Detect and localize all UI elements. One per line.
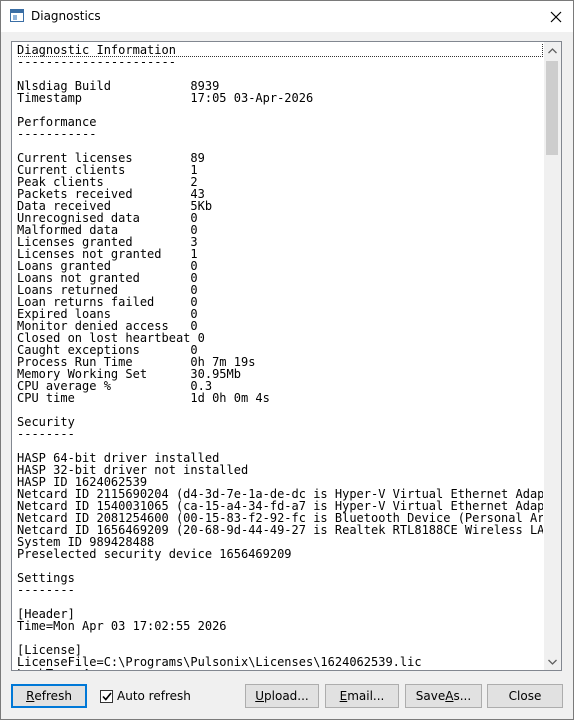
email-label-post: mail... (347, 689, 385, 703)
log-line: -------- (17, 427, 75, 441)
vertical-scrollbar[interactable] (544, 42, 561, 670)
refresh-label-post: efresh (34, 689, 72, 703)
log-line: LicenseFile=C:\Programs\Pulsonix\License… (17, 655, 422, 669)
log-line: Preselected security device 1656469209 (17, 547, 292, 561)
email-button[interactable]: Email... (325, 684, 399, 708)
checkbox-box[interactable] (100, 689, 113, 703)
log-line: ----------- (17, 127, 97, 141)
scroll-thumb[interactable] (546, 61, 558, 155)
upload-label-key: U (255, 689, 265, 703)
close-icon (550, 11, 561, 22)
auto-refresh-label: Auto refresh (117, 689, 191, 703)
title-bar[interactable]: Diagnostics (1, 1, 573, 32)
chevron-up-icon (548, 47, 557, 53)
chevron-down-icon (548, 659, 557, 665)
saveas-label-key: A (445, 689, 454, 703)
log-line: Time=Mon Apr 03 17:02:55 2026 (17, 619, 227, 633)
checkmark-icon (101, 692, 112, 701)
log-line: Timestamp 17:05 03-Apr-2026 (17, 91, 314, 105)
upload-button[interactable]: Upload... (245, 684, 319, 708)
log-line: CPU time 1d 0h 0m 4s (17, 391, 270, 405)
upload-label-post: pload... (264, 689, 309, 703)
auto-refresh-checkbox[interactable]: Auto refresh (100, 689, 191, 703)
log-line: -------- (17, 583, 75, 597)
log-line: ---------------------- (17, 55, 176, 69)
close-window-button[interactable] (538, 1, 573, 32)
diagnostic-text-area[interactable]: Diagnostic Information ------------------… (11, 41, 562, 671)
close-button[interactable]: Close (487, 684, 563, 708)
saveas-label-pre: Save (415, 689, 446, 703)
save-as-button[interactable]: Save As... (405, 684, 482, 708)
scroll-down-button[interactable] (544, 653, 561, 670)
close-label-post: Close (508, 689, 542, 703)
diagnostics-window: Diagnostics Diagnostic Information ------… (0, 0, 574, 720)
scroll-up-button[interactable] (544, 42, 561, 59)
log-line: Security (17, 415, 75, 429)
saveas-label-post: s... (453, 689, 472, 703)
refresh-button[interactable]: Refresh (11, 684, 87, 708)
email-label-key: E (339, 689, 348, 703)
refresh-label-key: R (26, 689, 35, 703)
log-line: Settings (17, 571, 75, 585)
window-title: Diagnostics (31, 9, 101, 23)
diagnostic-log: Diagnostic Information ------------------… (17, 44, 543, 670)
app-window-icon (10, 9, 24, 22)
